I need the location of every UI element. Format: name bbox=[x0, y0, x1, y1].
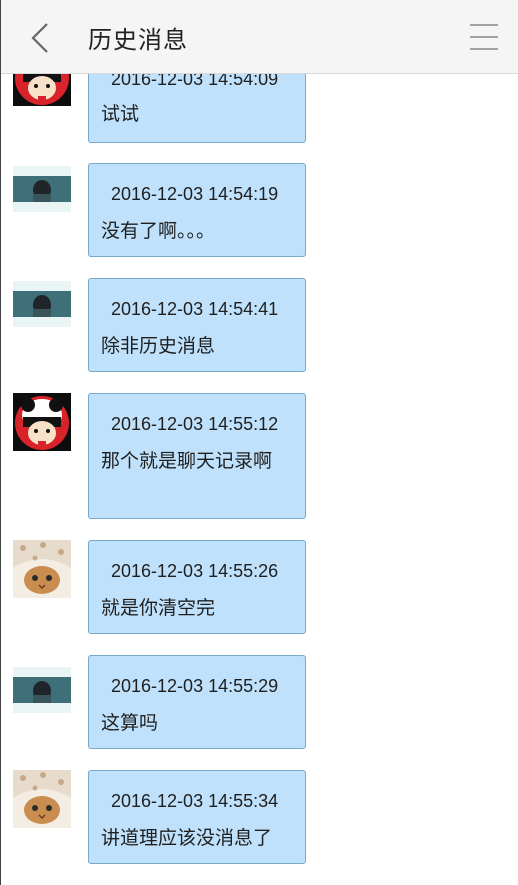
kitten-avatar-icon bbox=[13, 770, 71, 828]
message-time: 2016-12-03 14:54:41 bbox=[111, 299, 279, 319]
message-bubble[interactable]: 2016-12-03 14:55:26 就是你清空完 bbox=[88, 540, 306, 634]
photo-avatar-icon bbox=[13, 667, 71, 713]
avatar[interactable] bbox=[13, 393, 71, 451]
message-time: 2016-12-03 14:54:09 bbox=[111, 73, 279, 89]
message-time: 2016-12-03 14:55:29 bbox=[111, 676, 279, 696]
message-bubble[interactable]: 2016-12-03 14:55:29 这算吗 bbox=[88, 655, 306, 749]
message-text: 试试 bbox=[101, 103, 140, 125]
avatar[interactable] bbox=[13, 166, 71, 212]
message-bubble[interactable]: 2016-12-03 14:54:41 除非历史消息 bbox=[88, 278, 306, 372]
menu-icon bbox=[470, 24, 498, 50]
panda-avatar-icon bbox=[13, 73, 71, 106]
message-list[interactable]: 2016-12-03 14:54:09 试试 2016-12-03 14:54:… bbox=[1, 73, 518, 885]
message-bubble[interactable]: 2016-12-03 14:54:19 没有了啊。。。 bbox=[88, 163, 306, 257]
message-bubble[interactable]: 2016-12-03 14:54:09 试试 bbox=[88, 73, 306, 143]
kitten-avatar-icon bbox=[13, 540, 71, 598]
back-button[interactable] bbox=[23, 18, 59, 58]
avatar[interactable] bbox=[13, 540, 71, 598]
message-text: 那个就是聊天记录啊 bbox=[101, 450, 273, 472]
message-text: 讲道理应该没消息了 bbox=[101, 827, 273, 849]
avatar[interactable] bbox=[13, 770, 71, 828]
message-time: 2016-12-03 14:54:19 bbox=[111, 184, 279, 204]
message-text: 除非历史消息 bbox=[101, 335, 216, 357]
message-time: 2016-12-03 14:55:26 bbox=[111, 561, 279, 581]
avatar[interactable] bbox=[13, 667, 71, 713]
avatar[interactable] bbox=[13, 73, 71, 106]
message-text: 这算吗 bbox=[101, 712, 159, 734]
chevron-left-icon bbox=[31, 23, 48, 53]
avatar[interactable] bbox=[13, 281, 71, 327]
message-time: 2016-12-03 14:55:34 bbox=[111, 791, 279, 811]
page-title: 历史消息 bbox=[88, 26, 188, 54]
message-text: 没有了啊。。。 bbox=[101, 220, 216, 242]
menu-button[interactable] bbox=[469, 22, 499, 52]
message-bubble[interactable]: 2016-12-03 14:55:12 那个就是聊天记录啊 bbox=[88, 393, 306, 519]
message-text: 就是你清空完 bbox=[101, 597, 216, 619]
message-time: 2016-12-03 14:55:12 bbox=[111, 414, 279, 434]
message-bubble[interactable]: 2016-12-03 14:55:34 讲道理应该没消息了 bbox=[88, 770, 306, 864]
photo-avatar-icon bbox=[13, 281, 71, 327]
panda-avatar-icon bbox=[13, 393, 71, 451]
app-header: 历史消息 bbox=[1, 0, 518, 74]
photo-avatar-icon bbox=[13, 166, 71, 212]
